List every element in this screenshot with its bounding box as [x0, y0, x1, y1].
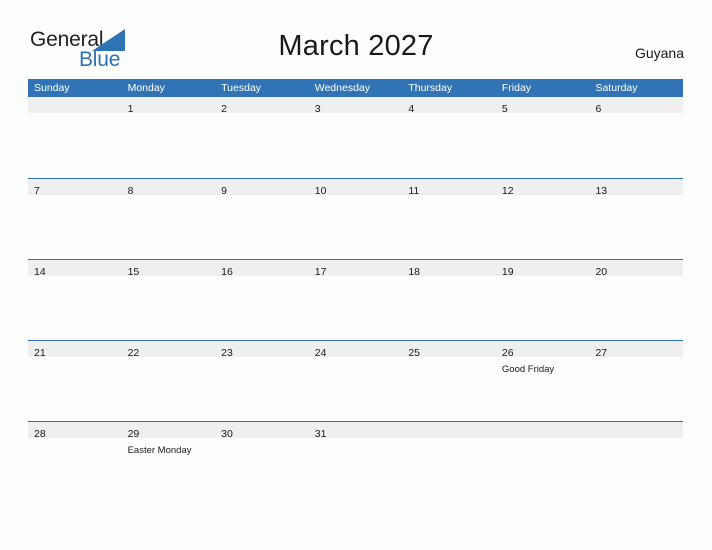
day-number: 22: [127, 347, 140, 359]
day-band: [402, 422, 496, 438]
day-number: 3: [314, 103, 321, 115]
day-cell[interactable]: 30: [215, 422, 309, 502]
day-number: 18: [408, 266, 420, 278]
day-cell[interactable]: 23: [215, 341, 309, 421]
day-cell[interactable]: 25: [402, 341, 496, 421]
day-cell[interactable]: 27: [589, 341, 684, 421]
country-label: Guyana: [634, 45, 684, 61]
day-band: [495, 422, 590, 438]
day-cell[interactable]: 1: [121, 97, 216, 178]
day-number: 24: [314, 347, 327, 359]
day-cell[interactable]: 28: [28, 422, 122, 502]
day-cell[interactable]: [402, 422, 496, 502]
day-cell[interactable]: 20: [589, 260, 684, 340]
weekday-friday: Friday: [501, 82, 532, 94]
day-number: 2: [221, 103, 227, 115]
day-number: 28: [34, 428, 46, 440]
day-number: 12: [501, 185, 514, 197]
weekday-header-row: Sunday Monday Tuesday Wednesday Thursday…: [28, 79, 683, 97]
day-number: 29: [127, 428, 140, 440]
weekday-tuesday: Tuesday: [221, 82, 262, 94]
day-number: 11: [408, 185, 420, 197]
day-cell[interactable]: 26 Good Friday: [495, 341, 590, 421]
page-title: March 2027: [278, 30, 434, 62]
day-cell[interactable]: 11: [402, 179, 496, 259]
day-number: 15: [127, 266, 140, 278]
day-cell[interactable]: 15: [121, 260, 216, 340]
day-cell[interactable]: 19: [495, 260, 590, 340]
day-number: 31: [314, 428, 327, 440]
day-number: 14: [34, 266, 46, 278]
day-number: 30: [221, 428, 233, 440]
day-cell[interactable]: [589, 422, 684, 502]
weekday-saturday: Saturday: [595, 82, 638, 94]
day-cell[interactable]: 18: [402, 260, 496, 340]
day-cell[interactable]: 22: [121, 341, 216, 421]
day-cell[interactable]: 4: [402, 97, 496, 178]
week-row: 7 8 9 10 11 12 13: [28, 178, 684, 259]
day-cell[interactable]: 2: [215, 97, 309, 178]
day-band: [308, 97, 403, 113]
weekday-thursday: Thursday: [408, 82, 453, 94]
day-band: [121, 179, 216, 195]
calendar-grid: Sunday Monday Tuesday Wednesday Thursday…: [28, 79, 684, 502]
day-cell[interactable]: 10: [308, 179, 403, 259]
day-band: [215, 179, 309, 195]
day-cell[interactable]: 16: [215, 260, 309, 340]
day-cell[interactable]: 14: [28, 260, 122, 340]
day-cell[interactable]: 8: [121, 179, 216, 259]
day-number: 26: [501, 347, 514, 359]
day-band: [28, 179, 122, 195]
holiday-label: Easter Monday: [127, 445, 192, 456]
weekday-sunday: Sunday: [34, 82, 70, 94]
day-cell[interactable]: 13: [589, 179, 684, 259]
day-cell[interactable]: 12: [495, 179, 590, 259]
day-number: 16: [221, 266, 233, 278]
day-band: [402, 97, 496, 113]
day-number: 17: [314, 266, 327, 278]
weekday-monday: Monday: [127, 82, 165, 94]
day-cell[interactable]: 7: [28, 179, 122, 259]
day-number: 20: [595, 266, 608, 278]
day-cell[interactable]: 6: [589, 97, 684, 178]
day-cell[interactable]: [28, 97, 122, 178]
calendar-page: General Blue March 2027 Guyana Sunday Mo…: [0, 0, 712, 550]
day-band: [589, 422, 684, 438]
day-band: [215, 97, 309, 113]
day-band: [495, 97, 590, 113]
holiday-label: Good Friday: [501, 364, 555, 375]
day-number: 13: [595, 185, 608, 197]
day-cell[interactable]: 21: [28, 341, 122, 421]
day-cell[interactable]: 29 Easter Monday: [121, 422, 216, 502]
day-number: 8: [127, 185, 134, 197]
day-number: 9: [221, 185, 227, 197]
day-number: 7: [34, 185, 40, 197]
day-number: 25: [408, 347, 420, 359]
day-cell[interactable]: 9: [215, 179, 309, 259]
week-row: 21 22 23 24 25 26 Good Friday 27: [28, 340, 684, 421]
day-cell[interactable]: 24: [308, 341, 403, 421]
week-row: 28 29 Easter Monday 30 31: [28, 421, 684, 502]
day-band: [28, 97, 122, 113]
day-cell[interactable]: 5: [495, 97, 590, 178]
day-cell[interactable]: 17: [308, 260, 403, 340]
day-number: 21: [34, 347, 46, 359]
day-number: 6: [595, 103, 602, 115]
day-cell[interactable]: 3: [308, 97, 403, 178]
day-number: 5: [501, 103, 508, 115]
week-row: 1 2 3 4 5 6: [28, 97, 684, 178]
day-number: 23: [221, 347, 233, 359]
day-number: 27: [595, 347, 608, 359]
day-band: [589, 97, 684, 113]
week-row: 14 15 16 17 18 19 20: [28, 259, 684, 340]
weekday-wednesday: Wednesday: [314, 82, 370, 94]
day-number: 1: [127, 103, 134, 115]
page-header: General Blue March 2027 Guyana: [0, 0, 712, 76]
day-cell[interactable]: [495, 422, 590, 502]
day-number: 19: [501, 266, 514, 278]
day-band: [121, 97, 216, 113]
day-cell[interactable]: 31: [308, 422, 403, 502]
day-number: 10: [314, 185, 327, 197]
day-number: 4: [408, 103, 415, 115]
